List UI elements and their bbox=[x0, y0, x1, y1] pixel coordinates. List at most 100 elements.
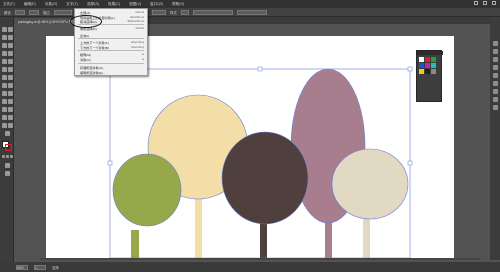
eyedropper-tool-icon[interactable] bbox=[8, 99, 13, 104]
menu-object[interactable]: 对象(O) bbox=[45, 2, 57, 7]
menu-item-edit-selection[interactable]: 编辑所选对象(E)... bbox=[80, 70, 144, 75]
zoom-field[interactable]: 66% bbox=[16, 264, 28, 270]
menu-type[interactable]: 文字(T) bbox=[66, 2, 78, 7]
menu-item-inverse[interactable]: 反向(I) bbox=[80, 33, 144, 38]
tools-panel bbox=[0, 17, 14, 272]
magic-wand-tool-icon[interactable] bbox=[2, 35, 7, 40]
menu-item-save-selection[interactable]: 存储所选对象(S)... bbox=[80, 65, 144, 70]
direct-selection-tool-icon[interactable] bbox=[8, 27, 13, 32]
free-transform-tool-icon[interactable] bbox=[2, 83, 7, 88]
swatch-magenta[interactable] bbox=[425, 63, 430, 68]
tree-green-trunk[interactable] bbox=[131, 230, 139, 258]
transparency-panel-icon[interactable] bbox=[492, 89, 498, 94]
eraser-tool-icon[interactable] bbox=[2, 67, 7, 72]
artboard-tool-icon[interactable] bbox=[8, 115, 13, 120]
swatches-panel bbox=[416, 50, 443, 102]
menu-item-same[interactable]: 相同(M) ▸ bbox=[80, 52, 144, 57]
layers-panel-icon[interactable] bbox=[492, 105, 498, 110]
close-icon[interactable] bbox=[492, 1, 496, 5]
artboard-navigator[interactable]: 1 bbox=[34, 264, 46, 270]
swatch-cyan[interactable] bbox=[431, 63, 436, 68]
blend-tool-icon[interactable] bbox=[2, 107, 7, 112]
selection-handle[interactable] bbox=[257, 66, 263, 72]
menu-separator bbox=[78, 38, 144, 39]
maximize-icon[interactable] bbox=[483, 1, 487, 5]
style-select[interactable] bbox=[180, 9, 189, 15]
type-tool-icon[interactable] bbox=[8, 43, 13, 48]
transform-controls[interactable] bbox=[236, 9, 267, 15]
rectangle-tool-icon[interactable] bbox=[8, 51, 13, 56]
menu-help[interactable]: 帮助(H) bbox=[172, 2, 184, 7]
selection-tool-icon[interactable] bbox=[2, 27, 7, 32]
selection-handle[interactable] bbox=[407, 160, 413, 166]
symbol-sprayer-tool-icon[interactable] bbox=[8, 107, 13, 112]
horizontal-scrollbar[interactable] bbox=[40, 258, 480, 260]
graph-tool-icon[interactable] bbox=[2, 115, 7, 120]
menu-window[interactable]: 窗口(W) bbox=[150, 2, 163, 7]
status-bar: 66% 1 选择 bbox=[0, 262, 500, 272]
menu-bar: 文件(F) 编辑(E) 对象(O) 文字(T) 选择(S) 效果(C) 视图(V… bbox=[0, 0, 500, 8]
menu-effect[interactable]: 效果(C) bbox=[108, 2, 120, 7]
stroke-color-icon[interactable] bbox=[5, 144, 12, 151]
swatch-red[interactable] bbox=[425, 57, 430, 62]
swatch-black[interactable] bbox=[425, 69, 430, 74]
pen-tool-icon[interactable] bbox=[2, 43, 7, 48]
rotate-tool-icon[interactable] bbox=[8, 67, 13, 72]
gradient-tool-icon[interactable] bbox=[2, 99, 7, 104]
slice-tool-icon[interactable] bbox=[2, 123, 7, 128]
stroke-weight-field[interactable] bbox=[53, 9, 72, 15]
fill-swatch[interactable] bbox=[14, 9, 25, 15]
width-tool-icon[interactable] bbox=[8, 75, 13, 80]
tree-brown-crown[interactable] bbox=[221, 131, 309, 225]
stroke-panel-icon[interactable] bbox=[492, 73, 498, 78]
menu-edit[interactable]: 编辑(E) bbox=[24, 2, 36, 7]
appearance-panel-icon[interactable] bbox=[492, 97, 498, 102]
draw-mode-icon[interactable] bbox=[5, 163, 10, 168]
menu-select[interactable]: 选择(S) bbox=[87, 2, 99, 7]
swatches-panel-icon[interactable] bbox=[492, 49, 498, 54]
artboard-number: 1 bbox=[35, 265, 37, 270]
style-label: 样式 bbox=[169, 10, 177, 15]
selection-handle[interactable] bbox=[407, 66, 413, 72]
menu-item-next-object-above[interactable]: 上方的下一个对象(V) Alt+Ctrl+] bbox=[80, 40, 144, 45]
screen-mode-icon[interactable] bbox=[5, 171, 10, 176]
panel-header[interactable] bbox=[417, 51, 443, 55]
mesh-tool-icon[interactable] bbox=[8, 91, 13, 96]
swatch-yellow[interactable] bbox=[419, 69, 424, 74]
color-panel-icon[interactable] bbox=[492, 41, 498, 46]
align-controls[interactable] bbox=[192, 9, 233, 15]
brushes-panel-icon[interactable] bbox=[492, 57, 498, 62]
hand-tool-icon[interactable] bbox=[8, 123, 13, 128]
none-mode-icon[interactable] bbox=[10, 155, 13, 158]
scale-tool-icon[interactable] bbox=[2, 75, 7, 80]
symbols-panel-icon[interactable] bbox=[492, 65, 498, 70]
swatch-blue[interactable] bbox=[419, 63, 424, 68]
menu-item-object[interactable]: 对象(O) ▸ bbox=[80, 57, 144, 62]
stroke-swatch[interactable] bbox=[28, 9, 39, 15]
paintbrush-tool-icon[interactable] bbox=[2, 59, 7, 64]
color-mode-icon[interactable] bbox=[2, 155, 5, 158]
shape-builder-tool-icon[interactable] bbox=[8, 83, 13, 88]
opacity-field[interactable] bbox=[151, 9, 166, 15]
perspective-grid-tool-icon[interactable] bbox=[2, 91, 7, 96]
stroke-label: 描边 bbox=[42, 10, 50, 15]
menu-item-next-object-below[interactable]: 下方的下一个对象(B) Alt+Ctrl+[ bbox=[80, 45, 144, 50]
tree-green-crown[interactable] bbox=[112, 153, 182, 227]
menu-item-all[interactable]: 全部(A) Ctrl+A bbox=[80, 10, 144, 15]
minimize-icon[interactable] bbox=[474, 1, 478, 5]
gradient-panel-icon[interactable] bbox=[492, 81, 498, 86]
selection-handle[interactable] bbox=[107, 160, 113, 166]
tree-light-crown[interactable] bbox=[331, 148, 409, 220]
zoom-tool-icon[interactable] bbox=[5, 131, 10, 136]
menu-view[interactable]: 视图(V) bbox=[129, 2, 141, 7]
gradient-mode-icon[interactable] bbox=[6, 155, 9, 158]
swatch-gray[interactable] bbox=[431, 69, 436, 74]
swatch-white[interactable] bbox=[419, 57, 424, 62]
line-tool-icon[interactable] bbox=[2, 51, 7, 56]
menu-file[interactable]: 文件(F) bbox=[3, 2, 15, 7]
lasso-tool-icon[interactable] bbox=[8, 35, 13, 40]
menu-separator bbox=[78, 63, 144, 64]
highlight-annotation-circle bbox=[70, 15, 102, 28]
pencil-tool-icon[interactable] bbox=[8, 59, 13, 64]
swatch-green[interactable] bbox=[431, 57, 436, 62]
